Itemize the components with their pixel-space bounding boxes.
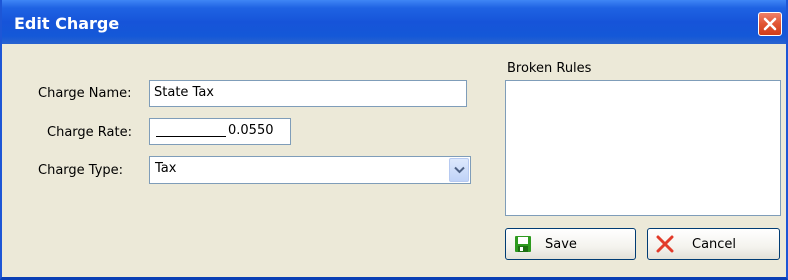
save-button-label: Save [545, 237, 577, 252]
charge-rate-value: 0.0550 [228, 123, 274, 138]
charge-type-select[interactable]: Tax [149, 156, 471, 184]
dropdown-button[interactable] [449, 158, 469, 182]
charge-type-value: Tax [155, 161, 177, 176]
charge-name-input[interactable]: State Tax [149, 80, 467, 107]
charge-rate-label: Charge Rate: [47, 125, 132, 140]
close-icon [763, 17, 777, 31]
rate-mask-underline [156, 136, 226, 137]
x-mark-icon [656, 235, 674, 257]
floppy-disk-icon [514, 235, 532, 257]
broken-rules-list[interactable] [505, 80, 781, 216]
broken-rules-label: Broken Rules [507, 61, 592, 76]
edit-charge-dialog: Edit Charge Charge Name: State Tax Charg… [0, 0, 788, 280]
title-bar[interactable]: Edit Charge [2, 0, 786, 44]
cancel-button[interactable]: Cancel [647, 228, 780, 260]
chevron-down-icon [454, 166, 465, 174]
charge-type-label: Charge Type: [38, 163, 124, 178]
cancel-button-label: Cancel [692, 237, 737, 252]
close-button[interactable] [758, 12, 782, 36]
dialog-title: Edit Charge [14, 14, 120, 33]
save-button[interactable]: Save [505, 228, 636, 260]
charge-rate-input[interactable]: 0.0550 [149, 118, 291, 145]
charge-name-label: Charge Name: [38, 86, 132, 101]
